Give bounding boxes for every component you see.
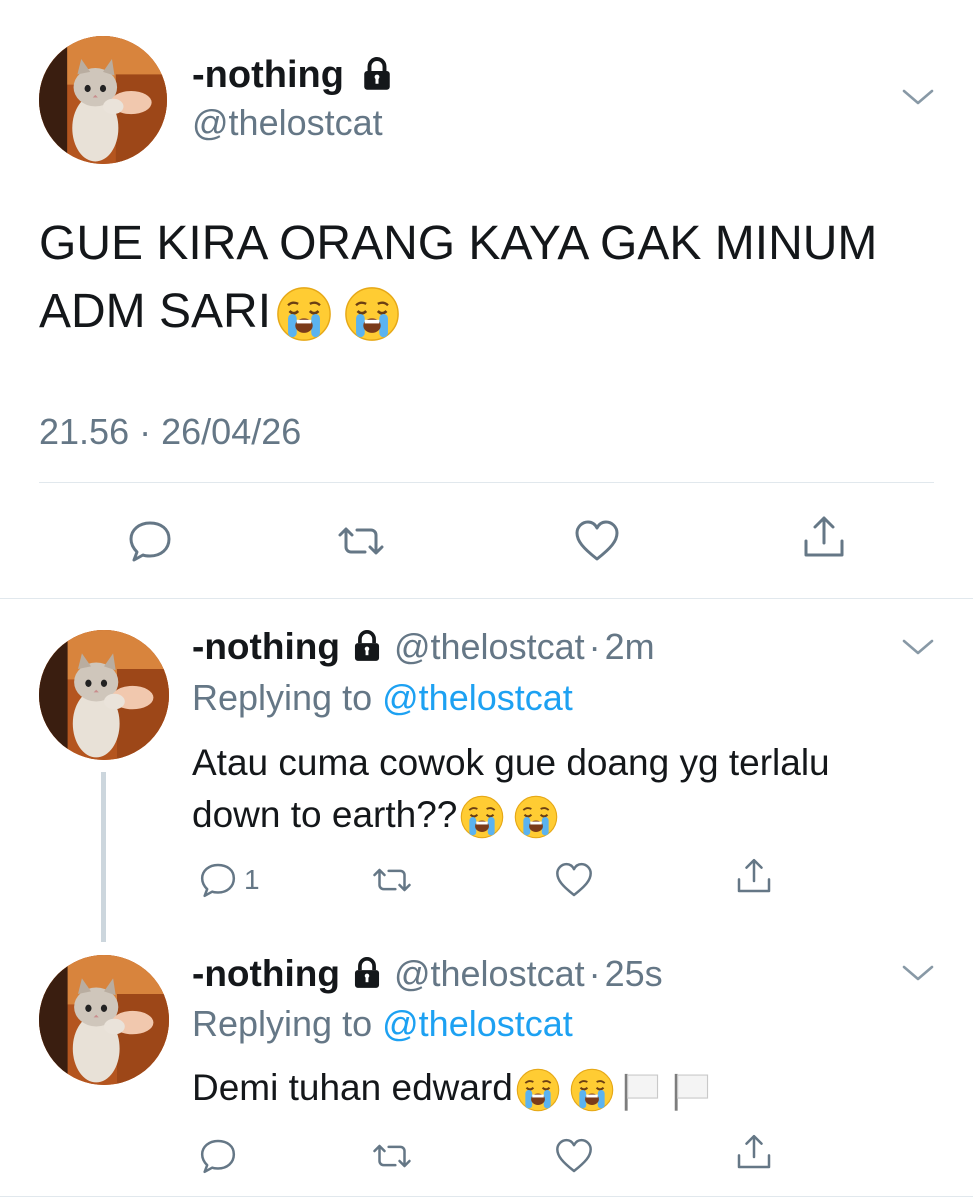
share-button[interactable] <box>734 856 774 896</box>
separator: · <box>139 411 152 452</box>
reply-header: -nothing @thelostcat · 2m <box>192 625 655 669</box>
chevron-down-icon[interactable] <box>901 636 935 658</box>
replying-to-label: Replying to <box>192 677 373 718</box>
tweet-timestamp[interactable]: 21.56 · 26/04/26 <box>39 410 301 454</box>
user-handle[interactable]: @thelostcat <box>192 101 383 145</box>
replying-to-handle[interactable]: @thelostcat <box>382 677 573 718</box>
tweet-text-content: GUE KIRA ORANG KAYA GAK MINUM ADM SARI <box>39 217 878 338</box>
loudly-crying-face-emoji <box>569 1067 615 1113</box>
reply-button[interactable] <box>198 1136 238 1176</box>
reply-header: -nothing @thelostcat · 25s <box>192 952 663 996</box>
retweet-button[interactable] <box>372 1136 412 1176</box>
display-name[interactable]: -nothing <box>192 52 395 98</box>
tweet-time[interactable]: 21.56 <box>39 411 129 452</box>
white-flag-emoji <box>669 1067 715 1113</box>
retweet-button[interactable] <box>372 860 412 900</box>
replying-to-label: Replying to <box>192 1003 373 1044</box>
retweet-icon <box>337 517 385 565</box>
tweet-age[interactable]: 2m <box>605 626 655 667</box>
like-button[interactable] <box>554 1136 594 1176</box>
white-flag-emoji <box>619 1067 665 1113</box>
share-icon <box>800 513 848 561</box>
loudly-crying-face-emoji <box>275 285 333 343</box>
separator: · <box>588 953 601 994</box>
reply-button[interactable] <box>126 517 174 565</box>
divider <box>39 482 934 483</box>
like-button[interactable] <box>554 860 594 900</box>
divider <box>0 1196 973 1197</box>
share-icon <box>734 856 774 896</box>
tweet-age[interactable]: 25s <box>605 953 663 994</box>
tweet-text: GUE KIRA ORANG KAYA GAK MINUM ADM SARI <box>39 210 939 346</box>
avatar[interactable] <box>39 630 169 760</box>
reply-icon <box>126 517 174 565</box>
reply-button[interactable]: 1 <box>198 860 260 900</box>
display-name[interactable]: -nothing <box>192 626 340 667</box>
avatar[interactable] <box>39 36 167 164</box>
chevron-down-icon[interactable] <box>901 86 935 108</box>
share-icon <box>734 1132 774 1172</box>
thread-line <box>101 772 106 942</box>
reply-icon <box>198 860 238 900</box>
retweet-icon <box>372 860 412 900</box>
avatar[interactable] <box>39 955 169 1085</box>
replying-to: Replying to @thelostcat <box>192 1002 573 1046</box>
reply-icon <box>198 1136 238 1176</box>
lock-icon <box>350 629 384 663</box>
reply-count: 1 <box>244 864 260 895</box>
loudly-crying-face-emoji <box>513 794 559 840</box>
display-name-text[interactable]: -nothing <box>192 54 344 96</box>
divider <box>0 598 973 599</box>
lock-icon <box>359 56 395 92</box>
reply-text: Demi tuhan edward <box>192 1062 912 1114</box>
tweet-date[interactable]: 26/04/26 <box>161 411 301 452</box>
replying-to: Replying to @thelostcat <box>192 676 573 720</box>
chevron-down-icon[interactable] <box>901 962 935 984</box>
reply-text-content: Atau cuma cowok gue doang yg terlalu dow… <box>192 742 830 835</box>
retweet-button[interactable] <box>337 517 385 565</box>
display-name[interactable]: -nothing <box>192 953 340 994</box>
heart-icon <box>573 517 621 565</box>
loudly-crying-face-emoji <box>459 794 505 840</box>
lock-icon <box>350 956 384 990</box>
loudly-crying-face-emoji <box>515 1067 561 1113</box>
share-button[interactable] <box>734 1132 774 1172</box>
heart-icon <box>554 1136 594 1176</box>
retweet-icon <box>372 1136 412 1176</box>
replying-to-handle[interactable]: @thelostcat <box>382 1003 573 1044</box>
user-handle[interactable]: @thelostcat <box>394 626 585 667</box>
user-handle[interactable]: @thelostcat <box>394 953 585 994</box>
loudly-crying-face-emoji <box>343 285 401 343</box>
share-button[interactable] <box>800 513 848 561</box>
reply-text-content: Demi tuhan edward <box>192 1067 513 1108</box>
separator: · <box>588 626 601 667</box>
like-button[interactable] <box>573 517 621 565</box>
reply-text: Atau cuma cowok gue doang yg terlalu dow… <box>192 737 912 841</box>
heart-icon <box>554 860 594 900</box>
